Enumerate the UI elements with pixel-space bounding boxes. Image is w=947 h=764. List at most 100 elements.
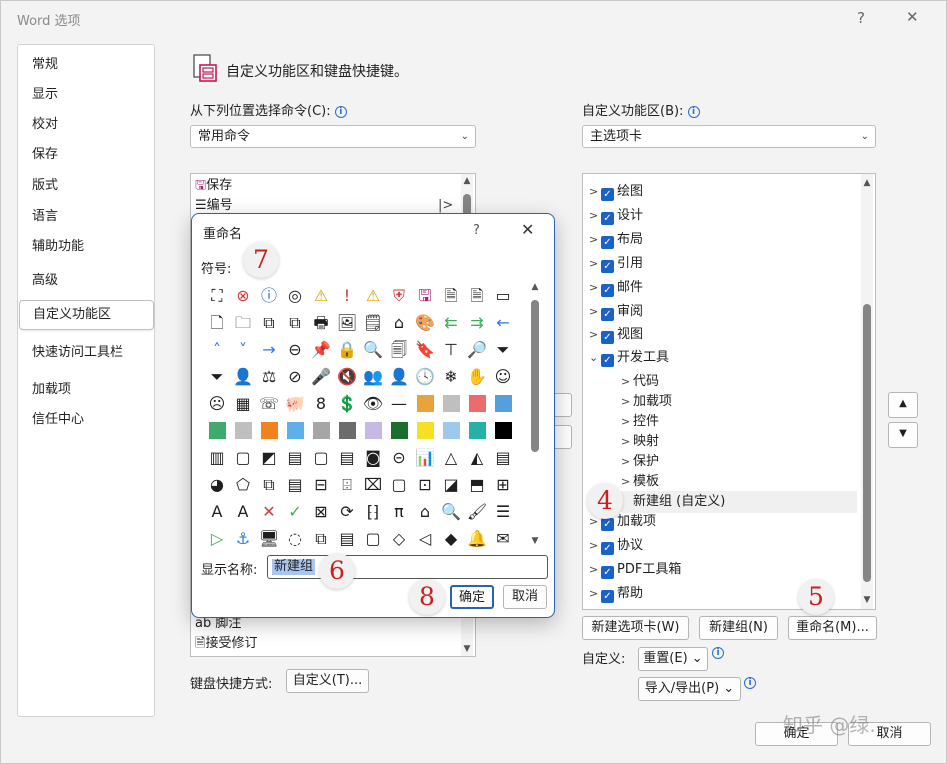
symbol-option[interactable]: 8	[308, 390, 334, 417]
chevron-right-icon[interactable]: >	[589, 301, 601, 323]
tree-item-new-group[interactable]: 新建组 (自定义)	[621, 491, 857, 513]
symbol-option[interactable]: ◇	[386, 525, 412, 552]
nav-item-display[interactable]: 显示	[32, 83, 58, 102]
chevron-right-icon[interactable]: >	[589, 205, 601, 227]
chevron-right-icon[interactable]: >	[621, 431, 633, 453]
symbol-option[interactable]: ⊤	[438, 336, 464, 363]
checkbox-checked[interactable]: ✓	[601, 566, 614, 579]
symbol-option[interactable]: 🔍	[438, 498, 464, 525]
nav-item-language[interactable]: 语言	[32, 205, 58, 224]
symbol-option[interactable]	[412, 417, 438, 444]
symbol-option[interactable]: ❄	[438, 363, 464, 390]
symbol-option[interactable]: 🔒	[334, 336, 360, 363]
symbol-option[interactable]: ◪	[438, 471, 464, 498]
nav-item-quick-access[interactable]: 快速访问工具栏	[32, 341, 123, 360]
symbol-option[interactable]: ☹	[204, 390, 230, 417]
tree-item-layout[interactable]: > ✓ 布局	[589, 229, 643, 251]
symbol-option[interactable]: ⊗	[230, 282, 256, 309]
checkbox-checked[interactable]: ✓	[601, 354, 614, 367]
symbol-option[interactable]	[438, 390, 464, 417]
chevron-right-icon[interactable]: >	[589, 559, 601, 581]
symbol-option[interactable]: △	[438, 444, 464, 471]
symbol-option[interactable]: ▤	[334, 525, 360, 552]
nav-item-trust-center[interactable]: 信任中心	[32, 408, 84, 427]
symbol-option[interactable]	[282, 417, 308, 444]
close-button[interactable]: ✕	[906, 8, 919, 26]
symbol-option[interactable]: ✉	[490, 525, 516, 552]
nav-item-accessibility[interactable]: 辅助功能	[32, 235, 84, 254]
checkbox-checked[interactable]: ✓	[601, 284, 614, 297]
symbol-option[interactable]: ⊡	[412, 471, 438, 498]
nav-item-advanced[interactable]: 高级	[32, 269, 58, 288]
ribbon-tree[interactable]: > ✓ 绘图 > ✓ 设计 > ✓ 布局 > ✓ 引用 > ✓ 邮件 > ✓ 审阅 > ✓ 视图 ⌄ ✓ 开发工…	[582, 173, 876, 610]
symbol-option[interactable]: ◙	[360, 444, 386, 471]
scroll-thumb[interactable]	[863, 304, 871, 582]
symbol-option[interactable]: ◩	[256, 444, 282, 471]
symbol-option[interactable]: ⚠	[308, 282, 334, 309]
chevron-right-icon[interactable]: >	[621, 391, 633, 413]
symbol-option[interactable]: ▥	[204, 444, 230, 471]
chevron-right-icon[interactable]: >	[621, 371, 633, 393]
symbol-option[interactable]: ⓘ	[256, 282, 282, 309]
symbol-option[interactable]: 📌	[308, 336, 334, 363]
symbol-option[interactable]: 🐖	[282, 390, 308, 417]
tree-item-references[interactable]: > ✓ 引用	[589, 253, 643, 275]
tree-child-item[interactable]: > 加载项	[621, 391, 672, 413]
symbol-option[interactable]: 🗋	[204, 309, 230, 336]
symbol-option[interactable]: ⚖	[256, 363, 282, 390]
move-up-button[interactable]: ▲	[888, 392, 918, 418]
new-group-button[interactable]: 新建组(N)	[699, 616, 778, 640]
tree-item-draw[interactable]: > ✓ 绘图	[589, 181, 643, 203]
tree-item-mailings[interactable]: > ✓ 邮件	[589, 277, 643, 299]
chevron-right-icon[interactable]: >	[621, 451, 633, 473]
tree-child-item[interactable]: > 控件	[621, 411, 659, 433]
symbol-option[interactable]: ▭	[490, 282, 516, 309]
chevron-right-icon[interactable]: >	[589, 277, 601, 299]
chevron-right-icon[interactable]: >	[621, 471, 633, 493]
symbol-option[interactable]: ⌂	[412, 498, 438, 525]
symbol-option[interactable]: 🗐	[386, 336, 412, 363]
symbol-option[interactable]: 🖼	[334, 309, 360, 336]
symbol-option[interactable]: ◎	[282, 282, 308, 309]
tree-child-item[interactable]: > 模板	[621, 471, 659, 493]
symbol-option[interactable]: ⧉	[282, 309, 308, 336]
symbol-option[interactable]: ⌧	[360, 471, 386, 498]
symbol-option[interactable]: ▤	[282, 444, 308, 471]
symbol-option[interactable]: ⟳	[334, 498, 360, 525]
symbol-option[interactable]	[256, 417, 282, 444]
symbol-option[interactable]: 👥	[360, 363, 386, 390]
symbol-option[interactable]: ▢	[360, 525, 386, 552]
symbol-option[interactable]: ⊘	[282, 363, 308, 390]
symbol-option[interactable]: 🖫	[412, 282, 438, 309]
symbol-option[interactable]: 🖌	[464, 498, 490, 525]
symbol-option[interactable]	[464, 417, 490, 444]
nav-item-save[interactable]: 保存	[32, 143, 58, 162]
checkbox-checked[interactable]: ✓	[601, 590, 614, 603]
new-tab-button[interactable]: 新建选项卡(W)	[582, 616, 689, 640]
symbol-option[interactable]: ◁	[412, 525, 438, 552]
nav-item-addins[interactable]: 加载项	[32, 378, 71, 397]
tree-item-help[interactable]: > ✓ 帮助	[589, 583, 643, 605]
checkbox-checked[interactable]: ✓	[601, 331, 614, 344]
keyboard-customize-button[interactable]: 自定义(T)...	[286, 669, 369, 693]
symbol-option[interactable]: ▷	[204, 525, 230, 552]
symbol-option[interactable]	[334, 417, 360, 444]
symbol-option[interactable]: ⛨	[386, 282, 412, 309]
symbol-scrollbar[interactable]: ▲ ▼	[529, 282, 541, 546]
symbol-option[interactable]: ▤	[490, 444, 516, 471]
symbol-option[interactable]: 🗎	[438, 282, 464, 309]
symbol-option[interactable]	[386, 417, 412, 444]
symbol-option[interactable]: A	[230, 498, 256, 525]
symbol-option[interactable]: ▢	[386, 471, 412, 498]
symbol-option[interactable]: ⊝	[386, 444, 412, 471]
nav-item-layout[interactable]: 版式	[32, 174, 58, 193]
symbol-option[interactable]: ◌	[282, 525, 308, 552]
symbol-option[interactable]: 🔇	[334, 363, 360, 390]
symbol-option[interactable]: ☏	[256, 390, 282, 417]
symbol-option[interactable]: ⬒	[464, 471, 490, 498]
symbol-option[interactable]: ▦	[230, 390, 256, 417]
symbol-option[interactable]: 🗒	[360, 309, 386, 336]
nav-item-general[interactable]: 常规	[32, 53, 58, 72]
symbol-option[interactable]: 📊	[412, 444, 438, 471]
chevron-right-icon[interactable]: >	[589, 181, 601, 203]
